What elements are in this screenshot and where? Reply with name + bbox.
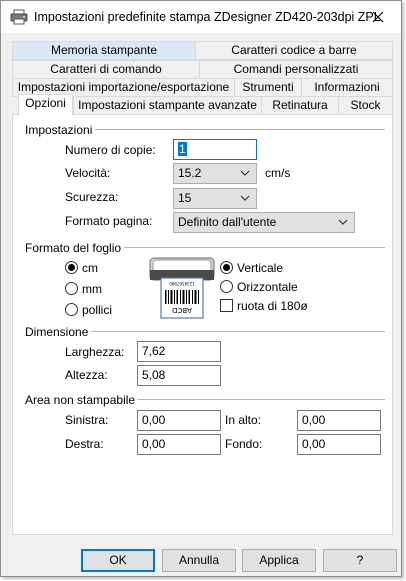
settings-group-line (83, 129, 385, 130)
non-printable-group-line (125, 399, 385, 400)
close-button[interactable] (355, 1, 401, 33)
tab-caratteri-di-comando[interactable]: Caratteri di comando (12, 60, 200, 79)
dimensions-group-label: Dimensione (25, 325, 92, 339)
right-margin-label: Destra: (65, 437, 104, 451)
print-preferences-dialog: Impostazioni predefinite stampa ZDesigne… (0, 0, 402, 577)
unit-inches-radio[interactable] (65, 303, 78, 316)
chevron-down-icon (240, 195, 250, 201)
darkness-value: 15 (178, 191, 192, 205)
tab-caratteri-codice-a-barre[interactable]: Caratteri codice a barre (195, 41, 393, 60)
ok-button[interactable]: OK (81, 549, 155, 572)
tab-comandi-personalizzati[interactable]: Comandi personalizzati (199, 60, 393, 79)
page-format-value: Definito dall'utente (178, 215, 277, 229)
left-margin-label: Sinistra: (65, 413, 109, 427)
tab-memoria-stampante[interactable]: Memoria stampante (12, 41, 196, 60)
height-input[interactable]: 5,08 (137, 365, 221, 386)
left-margin-input[interactable]: 0,00 (137, 410, 221, 431)
label-small-text: 1234567890 (169, 281, 195, 286)
page-format-label: Formato pagina: (65, 214, 153, 228)
label-printer-illustration: 1234567890 ABCD (149, 257, 215, 319)
unit-cm-radio[interactable] (65, 261, 78, 274)
tab-strumenti[interactable]: Strumenti (234, 78, 302, 97)
dimensions-group-line (83, 331, 385, 332)
unit-mm-label: mm (82, 282, 102, 296)
copies-input[interactable]: 1 (173, 139, 257, 160)
darkness-combo[interactable]: 15 (173, 188, 257, 209)
help-button[interactable]: ? (323, 549, 397, 572)
height-label: Altezza: (65, 368, 108, 382)
rotate-180-label: ruota di 180ø (237, 299, 308, 313)
unit-inches-label: pollici (82, 303, 113, 317)
tab-impostazioni-stampante-avanzate[interactable]: Impostazioni stampante avanzate (73, 96, 262, 115)
chevron-down-icon (338, 219, 348, 225)
top-margin-label: In alto: (225, 413, 262, 427)
right-margin-input[interactable]: 0,00 (137, 434, 221, 455)
copies-label: Numero di copie: (65, 143, 156, 157)
top-margin-input[interactable]: 0,00 (297, 410, 381, 431)
speed-value: 15.2 (178, 166, 202, 180)
page-format-combo[interactable]: Definito dall'utente (173, 212, 355, 233)
speed-label: Velocità: (65, 166, 111, 180)
printer-icon (10, 9, 28, 25)
darkness-label: Scurezza: (65, 190, 119, 204)
bottom-margin-label: Fondo: (225, 437, 263, 451)
title-bar: Impostazioni predefinite stampa ZDesigne… (1, 1, 401, 33)
rotate-180-checkbox[interactable] (220, 299, 233, 312)
non-printable-group-label: Area non stampabile (25, 393, 139, 407)
tab-stock[interactable]: Stock (338, 96, 393, 115)
copies-value: 1 (178, 142, 187, 156)
paper-format-group-label: Formato del foglio (25, 241, 125, 255)
orientation-portrait-radio[interactable] (220, 261, 233, 274)
apply-button[interactable]: Applica (242, 549, 316, 572)
close-icon (372, 11, 384, 23)
chevron-down-icon (240, 170, 250, 176)
window-title: Impostazioni predefinite stampa ZDesigne… (34, 10, 381, 24)
orientation-portrait-label: Verticale (237, 261, 284, 275)
tab-opzioni[interactable]: Opzioni (18, 94, 73, 115)
width-input[interactable]: 7,62 (137, 341, 221, 362)
speed-unit: cm/s (265, 166, 291, 180)
cancel-button[interactable]: Annulla (162, 549, 236, 572)
orientation-landscape-label: Orizzontale (237, 280, 298, 294)
orientation-landscape-radio[interactable] (220, 280, 233, 293)
settings-group-label: Impostazioni (25, 123, 96, 137)
unit-mm-radio[interactable] (65, 282, 78, 295)
options-panel: Impostazioni Numero di copie: 1 Velocità… (12, 114, 393, 535)
paper-format-group-line (121, 247, 385, 248)
width-label: Larghezza: (65, 345, 125, 359)
unit-cm-label: cm (82, 261, 98, 275)
label-abcd-text: ABCD (172, 306, 192, 314)
tab-informazioni[interactable]: Informazioni (301, 78, 393, 97)
tab-retinatura[interactable]: Retinatura (261, 96, 339, 115)
speed-combo[interactable]: 15.2 (173, 163, 257, 184)
bottom-margin-input[interactable]: 0,00 (297, 434, 381, 455)
